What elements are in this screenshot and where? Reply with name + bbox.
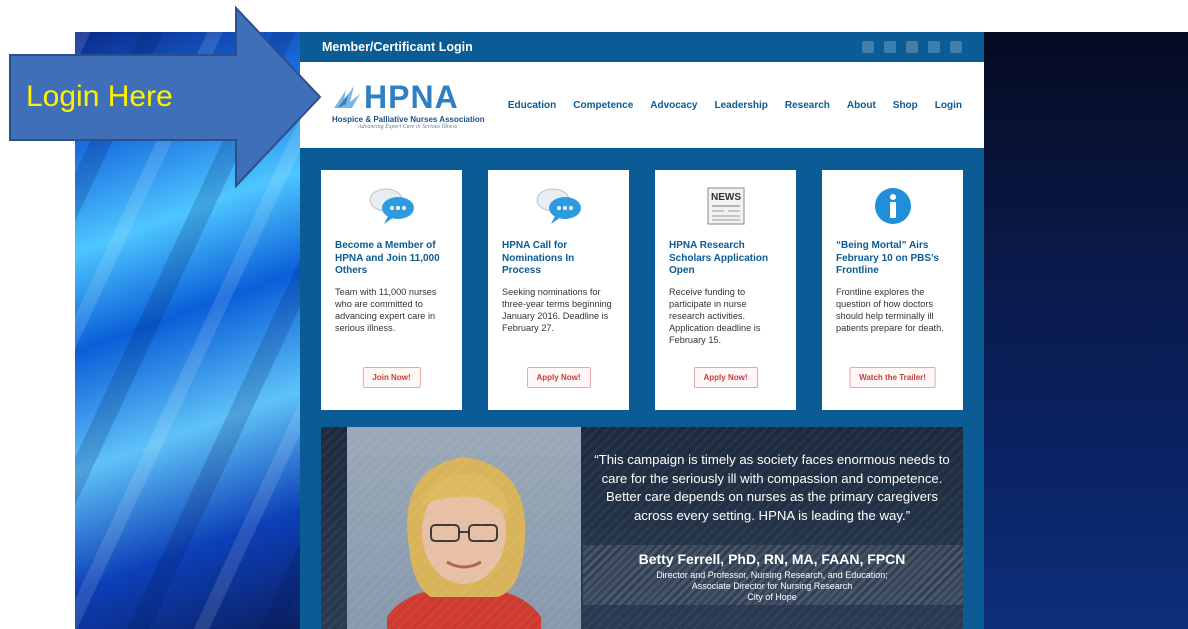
nav-shop[interactable]: Shop (893, 100, 918, 111)
person-title: Director and Professor, Nursing Research… (656, 570, 888, 602)
main-nav: Education Competence Advocacy Leadership… (508, 100, 962, 111)
apply-now-button[interactable]: Apply Now! (526, 367, 591, 388)
card-body: Team with 11,000 nurses who are committe… (335, 287, 437, 333)
bird-logo-icon (334, 85, 360, 108)
card-title[interactable]: HPNA Call for Nominations In Process (502, 240, 615, 280)
join-now-button[interactable]: Join Now! (362, 367, 421, 388)
social-links (862, 41, 962, 53)
card-body: Receive funding to participate in nurse … (669, 287, 761, 345)
slide-background-right (984, 32, 1188, 629)
logo-tagline: Advancing Expert Care in Serious Illness (358, 123, 458, 130)
testimonial-quote: “This campaign is timely as society face… (594, 452, 950, 523)
nav-about[interactable]: About (847, 100, 876, 111)
nav-login[interactable]: Login (935, 100, 962, 111)
logo-subtitle: Hospice & Palliative Nurses Association (332, 114, 485, 124)
nav-competence[interactable]: Competence (573, 100, 633, 111)
logo-wordmark: HPNA (364, 78, 459, 115)
chat-bubbles-icon (536, 188, 581, 224)
info-icon (874, 188, 911, 224)
testimonial-banner[interactable]: “This campaign is timely as society face… (321, 427, 963, 629)
callout-text: Login Here (26, 80, 173, 113)
linkedin-icon[interactable] (928, 41, 940, 53)
website-screenshot: Member/Certificant Login HPNA Hospice & … (300, 32, 984, 629)
watch-trailer-button[interactable]: Watch the Trailer! (849, 367, 936, 388)
card-body: Frontline explores the question of how d… (836, 287, 944, 333)
apply-now-button[interactable]: Apply Now! (693, 367, 758, 388)
top-bar: Member/Certificant Login (300, 32, 984, 62)
site-header: HPNA Hospice & Palliative Nurses Associa… (300, 62, 984, 148)
card-title[interactable]: HPNA Research Scholars Application Open (669, 240, 782, 280)
news-cards: Become a Member of HPNA and Join 11,000 … (321, 170, 963, 410)
card-membership: Become a Member of HPNA and Join 11,000 … (321, 170, 462, 410)
card-body: Seeking nominations for three-year terms… (502, 287, 612, 333)
nav-education[interactable]: Education (508, 100, 556, 111)
card-being-mortal: “Being Mortal” Airs February 10 on PBS’s… (822, 170, 963, 410)
facebook-icon[interactable] (906, 41, 918, 53)
card-title[interactable]: Become a Member of HPNA and Join 11,000 … (335, 240, 448, 280)
card-title[interactable]: “Being Mortal” Airs February 10 on PBS’s… (836, 240, 949, 280)
hpna-logo[interactable]: HPNA Hospice & Palliative Nurses Associa… (332, 78, 485, 130)
chat-bubbles-icon (369, 188, 414, 224)
twitter-icon[interactable] (862, 41, 874, 53)
instagram-icon[interactable] (950, 41, 962, 53)
person-name: Betty Ferrell, PhD, RN, MA, FAAN, FPCN (638, 551, 906, 567)
nav-leadership[interactable]: Leadership (715, 100, 768, 111)
youtube-icon[interactable] (884, 41, 896, 53)
person-photo (347, 427, 581, 629)
newspaper-icon-label: NEWS (711, 192, 741, 203)
newspaper-icon: NEWS (707, 187, 744, 225)
card-nominations: HPNA Call for Nominations In Process See… (488, 170, 629, 410)
nav-research[interactable]: Research (785, 100, 830, 111)
member-login-link[interactable]: Member/Certificant Login (322, 40, 473, 54)
nav-advocacy[interactable]: Advocacy (650, 100, 697, 111)
card-research-scholars: NEWS HPNA Research Scholars Application … (655, 170, 796, 410)
